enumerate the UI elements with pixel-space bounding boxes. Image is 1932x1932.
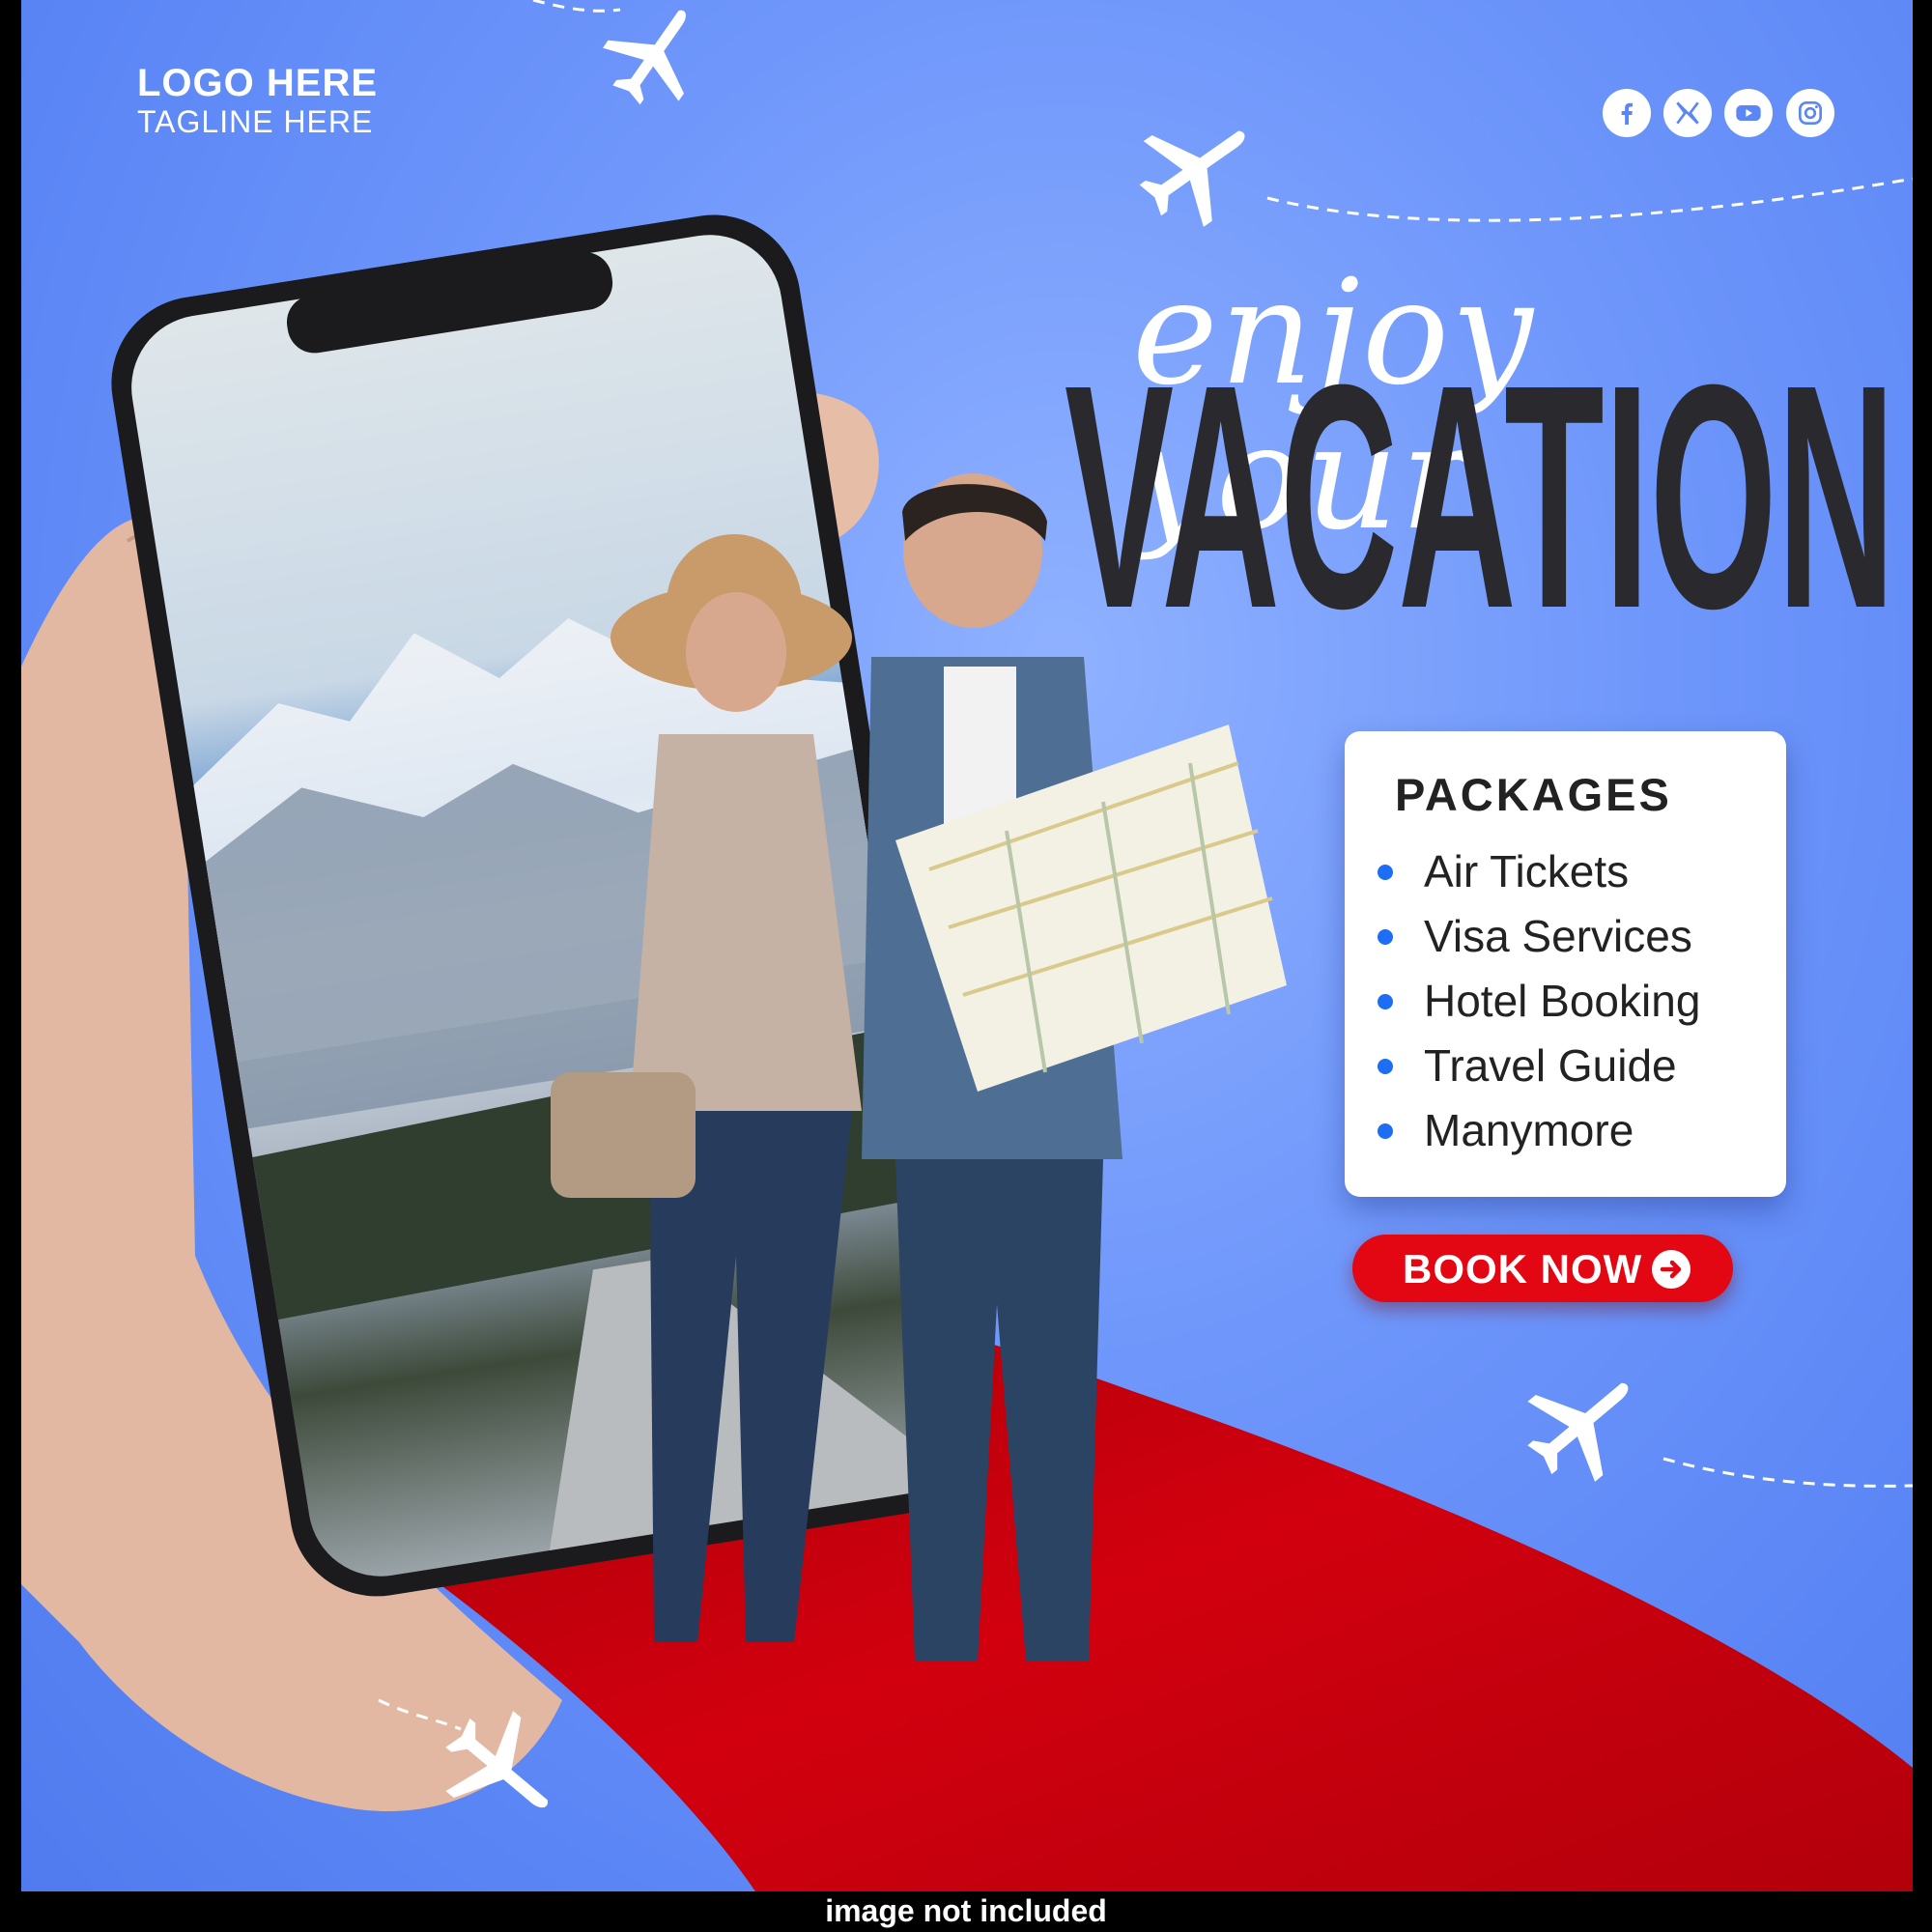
list-item: Hotel Booking — [1374, 969, 1700, 1034]
list-item: Manymore — [1374, 1098, 1700, 1163]
package-label: Travel Guide — [1424, 1040, 1677, 1091]
youtube-icon[interactable] — [1724, 89, 1773, 137]
list-item: Air Tickets — [1374, 839, 1700, 904]
poster: LOGO HERE TAGLINE HERE enjoy your VACATI… — [0, 0, 1932, 1932]
book-now-button[interactable]: BOOK NOW — [1352, 1235, 1733, 1302]
bullet-icon — [1378, 1059, 1393, 1074]
logo-text: LOGO HERE — [137, 62, 379, 104]
footer-bar: image not included — [0, 1891, 1932, 1932]
footer-note: image not included — [825, 1893, 1107, 1928]
list-item: Visa Services — [1374, 904, 1700, 969]
instagram-icon[interactable] — [1786, 89, 1834, 137]
headline-main: VACATION — [1065, 365, 1895, 626]
list-item: Travel Guide — [1374, 1034, 1700, 1098]
package-label: Hotel Booking — [1424, 976, 1701, 1026]
facebook-icon[interactable] — [1603, 89, 1651, 137]
x-icon[interactable] — [1663, 89, 1712, 137]
poster-background: LOGO HERE TAGLINE HERE enjoy your VACATI… — [21, 0, 1913, 1891]
bullet-icon — [1378, 994, 1393, 1009]
arrow-right-icon — [1652, 1250, 1690, 1289]
tagline-text: TAGLINE HERE — [137, 104, 374, 139]
package-label: Visa Services — [1424, 911, 1692, 961]
headline-main-text: VACATION — [1065, 365, 1895, 626]
bullet-icon — [1378, 929, 1393, 945]
bullet-icon — [1378, 865, 1393, 880]
airplane-icon — [603, 10, 686, 105]
packages-card: PACKAGES Air Tickets Visa Services Hotel… — [1345, 731, 1786, 1197]
packages-title: PACKAGES — [1395, 769, 1672, 820]
package-label: Air Tickets — [1424, 846, 1630, 896]
airplane-icon — [1527, 1382, 1629, 1482]
book-now-label: BOOK NOW — [1403, 1246, 1643, 1292]
airplane-icon — [1139, 130, 1245, 227]
bullet-icon — [1378, 1123, 1393, 1139]
package-label: Manymore — [1424, 1105, 1634, 1155]
packages-list: Air Tickets Visa Services Hotel Booking … — [1374, 839, 1700, 1163]
airplane-icon — [445, 1711, 548, 1808]
